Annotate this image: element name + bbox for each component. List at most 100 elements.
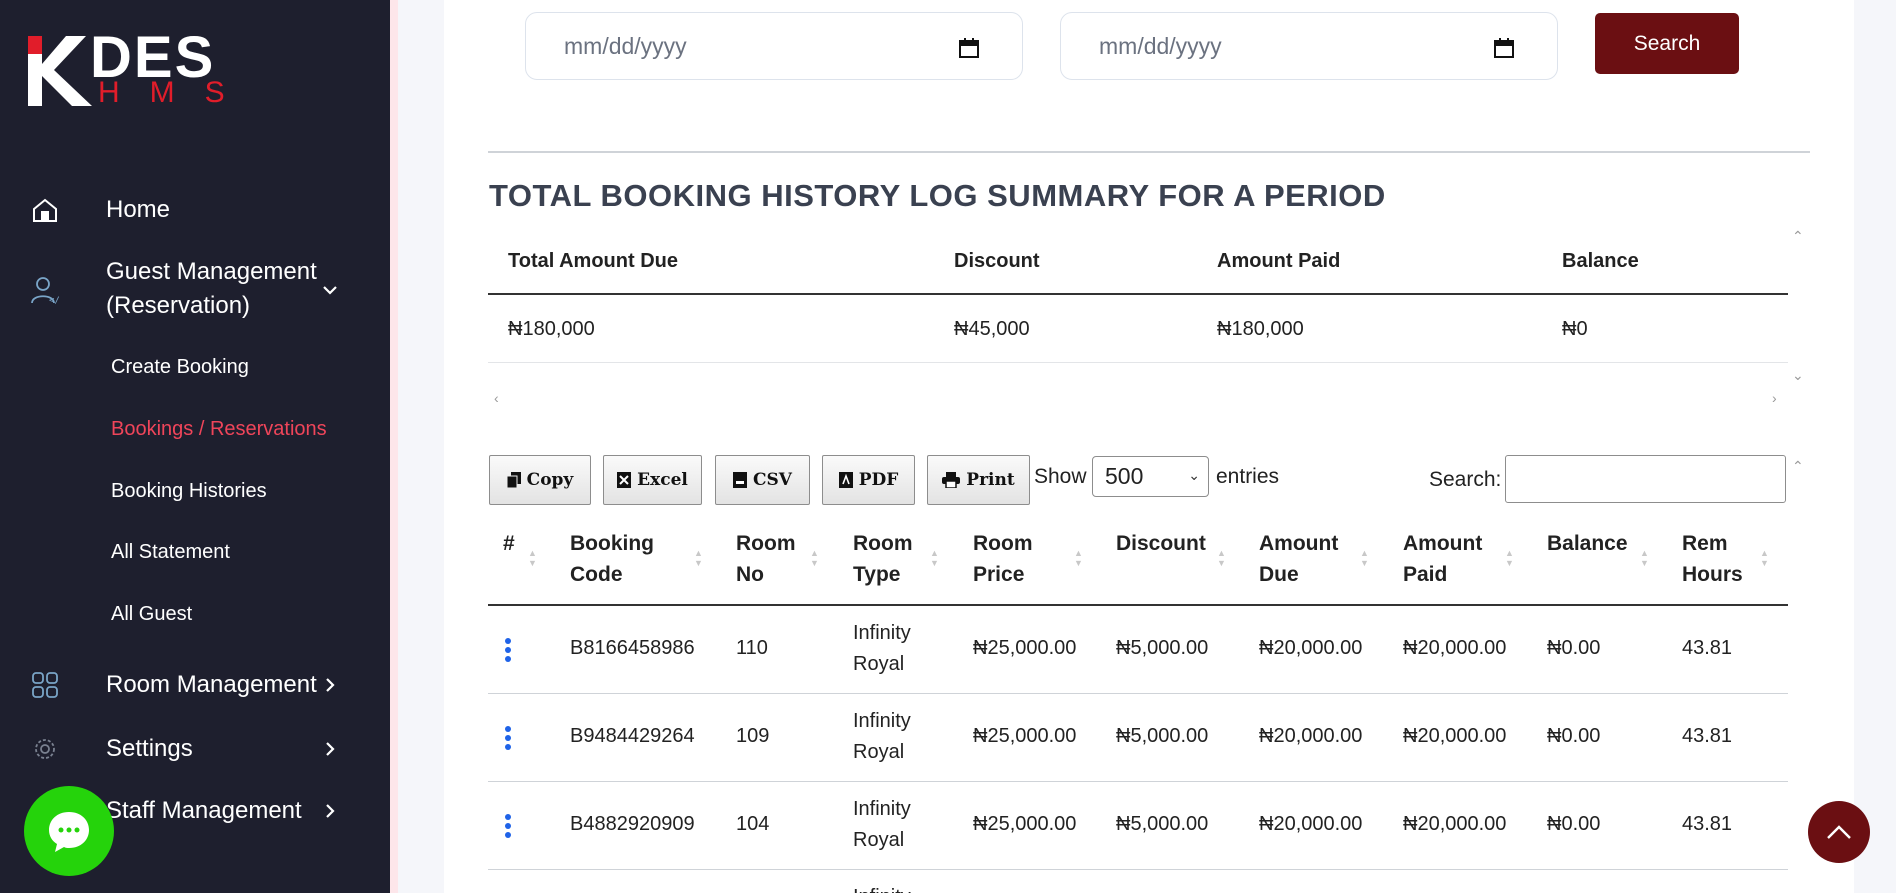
row-actions-icon[interactable]: [505, 638, 511, 665]
column-header-booking-code[interactable]: Booking Code: [570, 528, 654, 590]
cell-room-price: ₦25,000.00: [973, 725, 1077, 747]
chevron-right-icon: [326, 742, 335, 756]
scroll-up-arrow-icon[interactable]: ⌃: [1792, 458, 1804, 475]
calendar-icon[interactable]: [958, 37, 980, 59]
scroll-right-arrow-icon[interactable]: ›: [1772, 390, 1777, 406]
pdf-button[interactable]: PDF: [822, 455, 915, 505]
summary-header-discount: Discount: [954, 250, 1040, 272]
chevron-down-icon: ⌄: [1188, 467, 1200, 483]
sidebar-item-label-line2: (Reservation): [106, 292, 251, 319]
excel-button[interactable]: Excel: [603, 455, 702, 505]
pdf-file-icon: [838, 472, 853, 488]
cell-room-no: 110: [736, 637, 768, 659]
column-header-balance[interactable]: Balance: [1547, 528, 1628, 559]
logo-k-icon: [28, 36, 92, 106]
excel-label: Excel: [637, 470, 688, 490]
cell-room-type-line2: Royal: [853, 653, 905, 675]
entries-select[interactable]: 500 ⌄: [1092, 456, 1209, 497]
cell-rem-hours: 43.81: [1682, 637, 1733, 659]
home-icon: [30, 195, 60, 225]
svg-text:</>: </>: [49, 296, 60, 305]
logo-sub-text: HMS: [98, 76, 255, 109]
entries-value: 500: [1105, 463, 1144, 489]
sidebar-subitem-create-booking[interactable]: Create Booking: [111, 356, 249, 379]
end-date-placeholder: mm/dd/yyyy: [1099, 32, 1222, 59]
sidebar-item-home[interactable]: Home: [0, 190, 390, 230]
column-header-amount-paid[interactable]: Amount Paid: [1403, 528, 1482, 590]
cell-discount: ₦5,000.00: [1116, 637, 1209, 659]
app-logo[interactable]: DES HMS: [28, 28, 238, 108]
row-actions-icon[interactable]: [505, 726, 511, 753]
summary-value-discount: ₦45,000: [954, 318, 1030, 340]
column-header-discount[interactable]: Discount: [1116, 528, 1206, 559]
sidebar-item-label: Staff Management: [106, 797, 302, 824]
pdf-label: PDF: [858, 470, 899, 490]
column-header-room-price[interactable]: Room Price: [973, 528, 1033, 590]
sort-icon: ▲ ▼: [1074, 548, 1083, 568]
cell-room-no: 109: [736, 725, 770, 747]
summary-title: TOTAL BOOKING HISTORY LOG SUMMARY FOR A …: [489, 178, 1386, 213]
cell-balance: ₦0.00: [1547, 813, 1601, 835]
excel-file-icon: [617, 472, 632, 488]
scroll-left-arrow-icon[interactable]: ‹: [494, 390, 499, 406]
cell-room-type-line2: Royal: [853, 741, 905, 763]
summary-value-amount-paid: ₦180,000: [1217, 318, 1304, 340]
sort-icon: ▲ ▼: [1360, 548, 1369, 568]
csv-button[interactable]: CSV: [715, 455, 810, 505]
cell-booking-code: B4882920909: [570, 813, 695, 835]
gear-icon: [30, 734, 60, 764]
cell-amount-due: ₦20,000.00: [1259, 725, 1363, 747]
row-actions-icon[interactable]: [505, 814, 511, 841]
sidebar-item-label: Home: [106, 196, 171, 223]
column-header-room-type[interactable]: Room Type: [853, 528, 913, 590]
csv-file-icon: [733, 472, 747, 488]
print-icon: [942, 472, 961, 488]
calendar-icon[interactable]: [1493, 37, 1515, 59]
date-search-button[interactable]: Search: [1595, 13, 1739, 74]
sidebar-subitem-bookings-reservations[interactable]: Bookings / Reservations: [111, 418, 327, 441]
column-header-number[interactable]: #: [503, 528, 515, 559]
cell-room-no: 104: [736, 813, 770, 835]
cell-room-price: ₦25,000.00: [973, 813, 1077, 835]
copy-label: Copy: [526, 470, 574, 490]
cell-discount: ₦5,000.00: [1116, 725, 1209, 747]
scroll-to-top-button[interactable]: [1808, 801, 1870, 863]
sidebar-item-label: Settings: [106, 735, 193, 762]
print-label: Print: [966, 470, 1015, 490]
table-search-input[interactable]: [1505, 455, 1786, 503]
sort-icon: ▲ ▼: [528, 548, 537, 568]
chat-icon: [49, 812, 89, 852]
column-header-rem-hours[interactable]: Rem Hours: [1682, 528, 1743, 590]
sidebar-subitem-all-statement[interactable]: All Statement: [111, 541, 230, 564]
summary-value-total-due: ₦180,000: [508, 318, 595, 340]
sidebar-subitem-booking-histories[interactable]: Booking Histories: [111, 480, 267, 503]
sort-icon: ▲ ▼: [1505, 548, 1514, 568]
cell-booking-code: B8166458986: [570, 637, 695, 659]
print-button[interactable]: Print: [927, 455, 1030, 505]
sidebar-item-guest-management[interactable]: </> Guest Management (Reservation): [0, 255, 390, 325]
chevron-right-icon: [326, 804, 335, 818]
show-label: Show: [1034, 465, 1087, 488]
cell-booking-code: B9484429264: [570, 725, 695, 747]
scroll-up-arrow-icon[interactable]: ⌃: [1792, 228, 1804, 245]
cell-amount-paid: ₦20,000.00: [1403, 813, 1507, 835]
cell-amount-paid: ₦20,000.00: [1403, 637, 1507, 659]
summary-header-total-due: Total Amount Due: [508, 250, 678, 272]
copy-button[interactable]: Copy: [489, 455, 591, 505]
summary-row-rule: [488, 362, 1788, 363]
sidebar-item-room-management[interactable]: Room Management: [0, 668, 390, 702]
column-header-amount-due[interactable]: Amount Due: [1259, 528, 1338, 590]
scroll-down-arrow-icon[interactable]: ⌄: [1792, 367, 1804, 384]
column-header-room-no[interactable]: Room No: [736, 528, 796, 590]
user-code-icon: </>: [30, 275, 60, 305]
row-divider: [488, 869, 1788, 870]
cell-rem-hours: 43.81: [1682, 725, 1733, 747]
start-date-placeholder: mm/dd/yyyy: [564, 32, 687, 59]
start-date-input[interactable]: mm/dd/yyyy: [525, 12, 1023, 80]
end-date-input[interactable]: mm/dd/yyyy: [1060, 12, 1558, 80]
summary-value-balance: ₦0: [1562, 318, 1588, 340]
sidebar-subitem-all-guest[interactable]: All Guest: [111, 603, 192, 626]
chevron-up-icon: [1827, 825, 1851, 839]
chat-widget-button[interactable]: [24, 786, 114, 876]
sidebar-item-settings[interactable]: Settings: [0, 732, 390, 766]
